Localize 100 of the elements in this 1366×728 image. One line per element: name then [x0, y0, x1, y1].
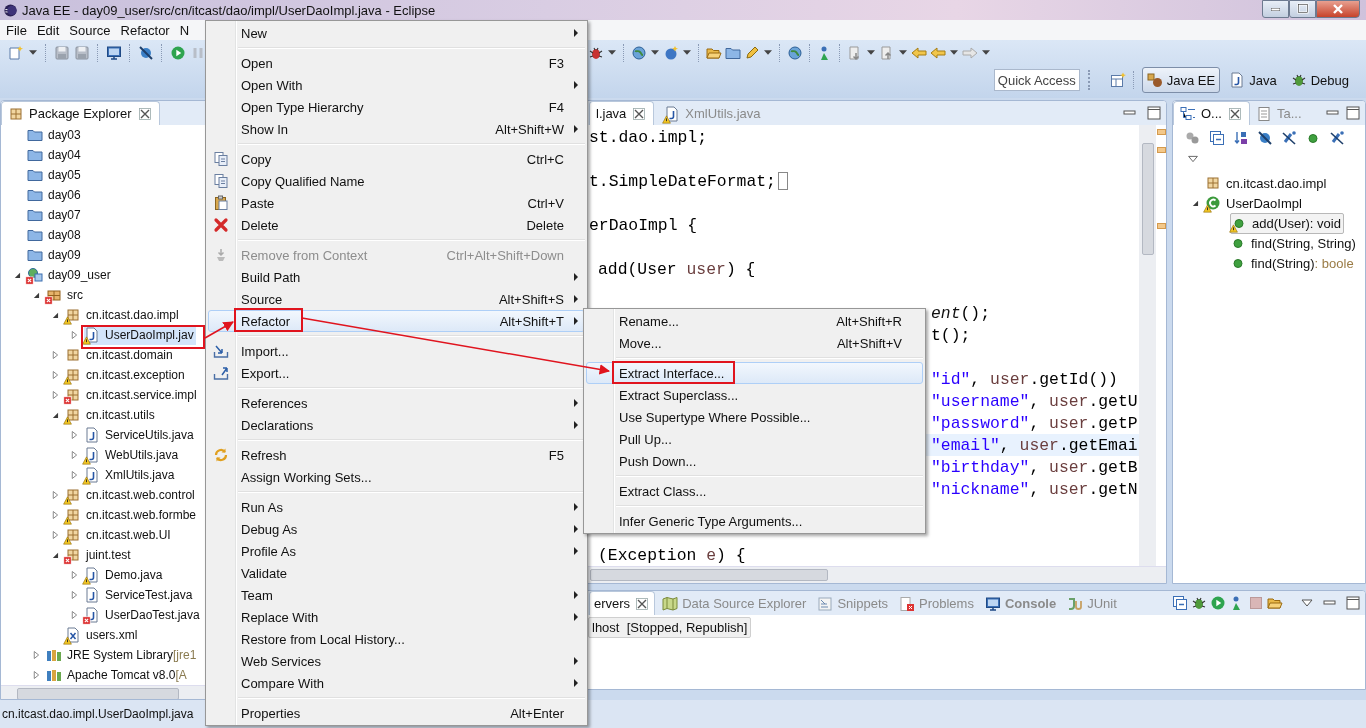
tree-item[interactable]: day04	[27, 145, 83, 165]
tree-item[interactable]: cn.itcast.web.UI	[65, 525, 173, 545]
code-line: "id", user.getId())	[931, 369, 1118, 389]
tree-item[interactable]: cn.itcast.service.impl	[65, 385, 199, 405]
menu-item[interactable]: References	[208, 392, 585, 414]
menu-item[interactable]: Delete Delete	[208, 214, 585, 236]
code-line: "email", user.getEmai	[931, 435, 1138, 455]
tree-item[interactable]: src	[46, 285, 85, 305]
tree-item[interactable]: Demo.java	[84, 565, 165, 585]
menu-item[interactable]: Validate	[208, 562, 585, 584]
menu-item[interactable]: Rename... Alt+Shift+R	[586, 310, 923, 332]
tree-item[interactable]: juint.test	[65, 545, 133, 565]
tree-item[interactable]: UserDaoTest.java	[84, 605, 202, 625]
menu-item[interactable]: Copy Ctrl+C	[208, 148, 585, 170]
menu-item[interactable]: Team	[208, 584, 585, 606]
outline-item[interactable]: find(String, String)	[1230, 233, 1358, 253]
tree-item[interactable]: cn.itcast.dao.impl	[65, 305, 181, 325]
outline-item[interactable]: add(User): void	[1230, 212, 1344, 234]
tree-item[interactable]: cn.itcast.domain	[65, 345, 175, 365]
menu-item[interactable]: Copy Qualified Name	[208, 170, 585, 192]
menu-item[interactable]: Use Supertype Where Possible...	[586, 406, 923, 428]
tree-item[interactable]: Apache Tomcat v8.0[A	[46, 665, 189, 685]
menu-item[interactable]: Refresh F5	[208, 444, 585, 466]
menu-item[interactable]: Push Down...	[586, 450, 923, 472]
editor-tab[interactable]: l.java	[589, 101, 655, 125]
server-row[interactable]: lhost [Stopped, Republish]	[588, 617, 752, 638]
tree-item[interactable]: WebUtils.java	[84, 445, 181, 465]
code-line: t.SimpleDateFormat;	[589, 171, 776, 191]
menu-item[interactable]: New	[208, 22, 585, 44]
status-text: cn.itcast.dao.impl.UserDaoImpl.java	[2, 707, 194, 721]
tree-item[interactable]: cn.itcast.web.formbe	[65, 505, 199, 525]
menu-item[interactable]: Extract Superclass...	[586, 384, 923, 406]
menu-item[interactable]: Show In Alt+Shift+W	[208, 118, 585, 140]
code-line: "nickname", user.getN	[931, 479, 1138, 499]
menu-item[interactable]: Assign Working Sets...	[208, 466, 585, 488]
menu-item[interactable]: Replace With	[208, 606, 585, 628]
menu-bar-item[interactable]: File	[1, 22, 32, 38]
shortcut-text: Delete	[526, 217, 564, 233]
menu-item[interactable]: Open F3	[208, 52, 585, 74]
perspective-button[interactable]: Java EE	[1141, 67, 1221, 93]
menu-bar-item[interactable]: Refactor	[115, 22, 175, 38]
shortcut-text: F3	[548, 55, 564, 71]
menu-item[interactable]: Source Alt+Shift+S	[208, 288, 585, 310]
shortcut-text: Alt+Shift+R	[836, 313, 902, 329]
code-line: "password", user.getP	[931, 413, 1138, 433]
menu-bar-item[interactable]: Source	[64, 22, 116, 38]
outline-item[interactable]: UserDaoImpl	[1205, 193, 1304, 213]
tree-item[interactable]: cn.itcast.exception	[65, 365, 187, 385]
menu-item[interactable]: Profile As	[208, 540, 585, 562]
menu-item[interactable]: Run As	[208, 496, 585, 518]
menu-item[interactable]: Open Type Hierarchy F4	[208, 96, 585, 118]
tree-item[interactable]: cn.itcast.web.control	[65, 485, 197, 505]
code-line: erDaoImpl {	[589, 215, 698, 235]
menu-bar-item[interactable]: N	[174, 22, 195, 38]
menu-item[interactable]: Export...	[208, 362, 585, 384]
tree-item[interactable]: day05	[27, 165, 83, 185]
outline-item[interactable]: find(String): boole	[1230, 253, 1356, 273]
menu-item[interactable]: Debug As	[208, 518, 585, 540]
view-tab[interactable]: O...	[1173, 101, 1250, 125]
tree-item[interactable]: day09_user	[27, 265, 113, 285]
view-tab[interactable]: Package Explorer	[1, 101, 160, 125]
view-tab[interactable]: ervers	[589, 591, 656, 615]
menu-item[interactable]: Web Services	[208, 650, 585, 672]
menu-item[interactable]: Move... Alt+Shift+V	[586, 332, 923, 354]
tree-item[interactable]: day08	[27, 225, 83, 245]
menu-item[interactable]: Refactor Alt+Shift+T	[208, 310, 585, 332]
shortcut-text: Ctrl+V	[527, 195, 564, 211]
code-line: st.dao.impl;	[589, 127, 708, 147]
tree-item[interactable]: day09	[27, 245, 83, 265]
menu-item[interactable]: Paste Ctrl+V	[208, 192, 585, 214]
menu-item[interactable]: Extract Class...	[586, 480, 923, 502]
tree-item[interactable]: ServiceUtils.java	[84, 425, 196, 445]
tree-item[interactable]: cn.itcast.utils	[65, 405, 157, 425]
code-line: t();	[931, 325, 971, 345]
menu-item[interactable]: Restore from Local History...	[208, 628, 585, 650]
tree-item[interactable]: JRE System Library[jre1	[46, 645, 199, 665]
shortcut-text: Alt+Shift+V	[836, 335, 902, 351]
menu-item[interactable]: Build Path	[208, 266, 585, 288]
perspective-button[interactable]: Java	[1224, 67, 1282, 93]
menu-item[interactable]: Infer Generic Type Arguments...	[586, 510, 923, 532]
outline-item[interactable]: cn.itcast.dao.impl	[1205, 173, 1329, 193]
menu-bar-item[interactable]: Edit	[31, 22, 65, 38]
menu-item[interactable]: Open With	[208, 74, 585, 96]
code-line: "birthday", user.getB	[931, 457, 1138, 477]
menu-item[interactable]: Import...	[208, 340, 585, 362]
menu-item[interactable]: Extract Interface...	[586, 362, 923, 384]
tree-item[interactable]: XmlUtils.java	[84, 465, 177, 485]
shortcut-text: Alt+Enter	[510, 705, 564, 721]
perspective-button[interactable]: Debug	[1285, 67, 1354, 93]
tree-item[interactable]: day06	[27, 185, 83, 205]
menu-item[interactable]: Pull Up...	[586, 428, 923, 450]
tree-item[interactable]: ServiceTest.java	[84, 585, 195, 605]
tree-item[interactable]: users.xml	[65, 625, 140, 645]
menu-item[interactable]: Compare With	[208, 672, 585, 694]
tree-item[interactable]: day03	[27, 125, 83, 145]
menu-item[interactable]: Properties Alt+Enter	[208, 702, 585, 724]
window-title: Java EE - day09_user/src/cn/itcast/dao/impl/UserDaoImpl.java - Eclipse	[22, 2, 436, 18]
quick-access-field[interactable]: Quick Access	[993, 69, 1080, 91]
menu-item[interactable]: Declarations	[208, 414, 585, 436]
tree-item[interactable]: day07	[27, 205, 83, 225]
